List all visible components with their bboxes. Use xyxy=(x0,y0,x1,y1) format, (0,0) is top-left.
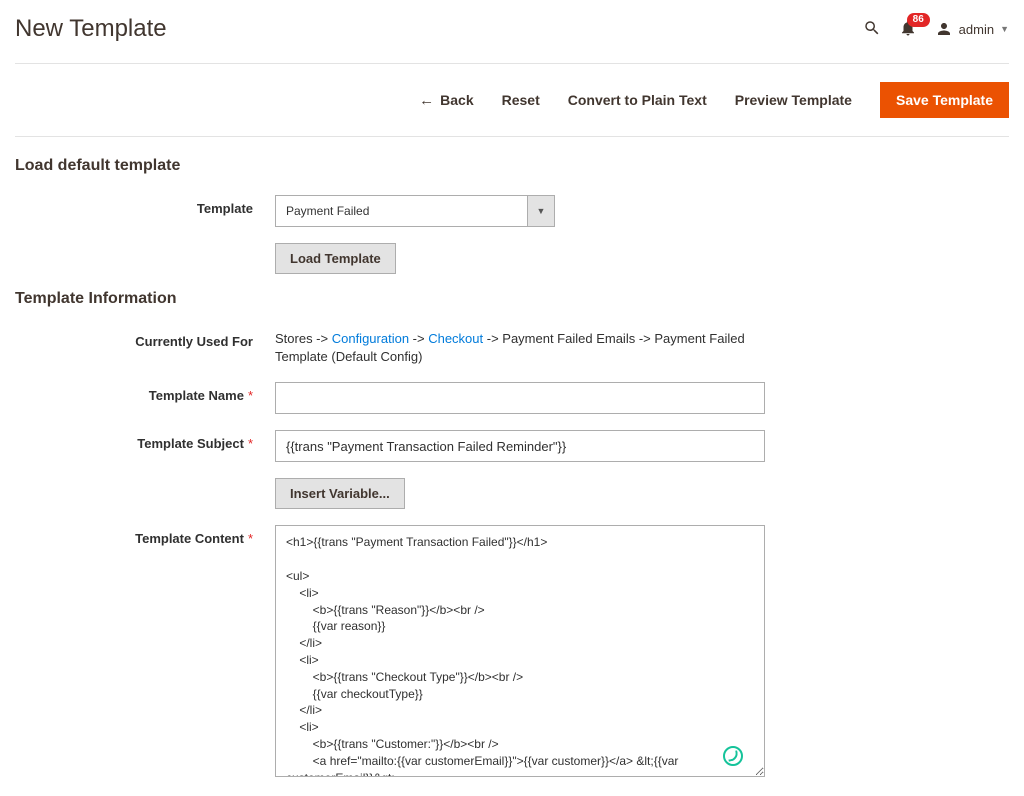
template-content-label: Template Content* xyxy=(15,525,275,780)
path-text: -> xyxy=(409,331,428,346)
used-for-label: Currently Used For xyxy=(15,328,275,366)
arrow-left-icon: ← xyxy=(419,92,434,109)
notifications-icon[interactable]: 86 xyxy=(899,19,917,40)
checkout-link[interactable]: Checkout xyxy=(428,331,483,346)
page-title: New Template xyxy=(15,15,167,43)
path-text: Stores -> xyxy=(275,331,332,346)
preview-button[interactable]: Preview Template xyxy=(735,92,852,108)
template-subject-input[interactable] xyxy=(275,430,765,462)
back-label: Back xyxy=(440,92,473,108)
load-template-button[interactable]: Load Template xyxy=(275,243,396,274)
search-icon[interactable] xyxy=(863,19,881,40)
back-button[interactable]: ← Back xyxy=(419,92,473,109)
template-name-label: Template Name* xyxy=(15,382,275,414)
save-button[interactable]: Save Template xyxy=(880,82,1009,118)
template-content-textarea[interactable]: <h1>{{trans "Payment Transaction Failed"… xyxy=(275,525,765,777)
section-load-title: Load default template xyxy=(15,157,1009,175)
username: admin xyxy=(959,22,994,37)
config-link[interactable]: Configuration xyxy=(332,331,409,346)
section-info-title: Template Information xyxy=(15,290,1009,308)
template-select-label: Template xyxy=(15,195,275,227)
user-menu[interactable]: admin ▼ xyxy=(935,20,1009,38)
convert-button[interactable]: Convert to Plain Text xyxy=(568,92,707,108)
used-for-path: Stores -> Configuration -> Checkout -> P… xyxy=(275,328,765,366)
chevron-down-icon: ▼ xyxy=(1000,24,1009,34)
insert-variable-button[interactable]: Insert Variable... xyxy=(275,478,405,509)
chevron-down-icon[interactable]: ▼ xyxy=(527,195,555,227)
template-select[interactable]: ▼ xyxy=(275,195,555,227)
template-name-input[interactable] xyxy=(275,382,765,414)
template-select-value[interactable] xyxy=(275,195,527,227)
template-subject-label: Template Subject* xyxy=(15,430,275,462)
notification-badge: 86 xyxy=(907,13,930,27)
reset-button[interactable]: Reset xyxy=(502,92,540,108)
